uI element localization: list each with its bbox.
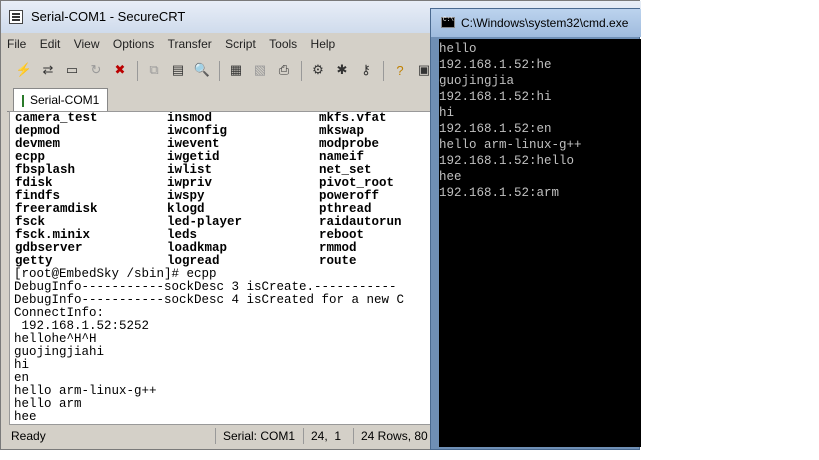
connect-in-tab-icon[interactable]: ▭ — [61, 59, 83, 81]
menu-help[interactable]: Help — [311, 34, 336, 54]
cmd-line: hello — [439, 42, 477, 56]
status-cursor-position: 24, 1 — [311, 429, 342, 443]
menu-tools[interactable]: Tools — [269, 34, 297, 54]
tab-bar: Serial-COM1 — [7, 87, 437, 112]
cmd-line: guojingjia — [439, 74, 515, 88]
toolbar: ⚡ ⇄ ▭ ↻ ✖ ⧉ ▤ 🔍 ▦ ▧ ⎙ ⚙ ✱ ⚷ ? ▣ — [7, 57, 437, 85]
connect-icon[interactable]: ⚡ — [13, 59, 35, 81]
cmd-line: 192.168.1.52:hi — [439, 90, 552, 104]
menu-script[interactable]: Script — [225, 34, 256, 54]
status-ready: Ready — [11, 429, 46, 443]
menu-view[interactable]: View — [74, 34, 100, 54]
securecrt-app-icon — [9, 10, 23, 24]
cmd-line: 192.168.1.52:en — [439, 122, 552, 136]
securecrt-title: Serial-COM1 - SecureCRT — [31, 9, 186, 24]
quick-connect-icon[interactable]: ⇄ — [37, 59, 59, 81]
status-serial: Serial: COM1 — [223, 429, 296, 443]
session-options-icon[interactable]: ⚙ — [307, 59, 329, 81]
global-options-icon[interactable]: ✱ — [331, 59, 353, 81]
menu-bar: File Edit View Options Transfer Script T… — [7, 34, 345, 54]
tab-serial-com1[interactable]: Serial-COM1 — [13, 88, 109, 111]
menu-edit[interactable]: Edit — [40, 34, 61, 54]
cmd-line: hee — [439, 170, 462, 184]
menu-transfer[interactable]: Transfer — [168, 34, 212, 54]
paste-icon[interactable]: ▤ — [167, 59, 189, 81]
menu-file[interactable]: File — [7, 34, 26, 54]
cmd-line: 192.168.1.52:arm — [439, 186, 560, 200]
status-terminal-size: 24 Rows, 80 — [361, 429, 428, 443]
cmd-console[interactable]: hello 192.168.1.52:he guojingjia 192.168… — [439, 39, 641, 447]
print-selection-icon[interactable]: ▧ — [249, 59, 271, 81]
find-icon[interactable]: 🔍 — [191, 59, 213, 81]
cmd-line: 192.168.1.52:hello — [439, 154, 575, 168]
command-row: gdbserver loadkmap rmmod — [15, 241, 357, 255]
cmd-line: 192.168.1.52:he — [439, 58, 552, 72]
terminal-line: hee — [14, 410, 37, 424]
cmd-line: hello arm-linux-g++ — [439, 138, 582, 152]
cmd-app-icon — [441, 16, 455, 28]
print-icon[interactable]: ⎙ — [273, 59, 295, 81]
status-bar: Ready Serial: COM1 24, 1 24 Rows, 80 — [7, 427, 437, 445]
keymap-icon[interactable]: ⚷ — [355, 59, 377, 81]
cmd-title-bar[interactable]: C:\Windows\system32\cmd.exe — [431, 9, 641, 37]
cmd-window: C:\Windows\system32\cmd.exe hello 192.16… — [430, 8, 641, 450]
disconnect-icon[interactable]: ✖ — [109, 59, 131, 81]
help-icon[interactable]: ? — [389, 59, 411, 81]
copy-icon[interactable]: ⧉ — [143, 59, 165, 81]
cmd-title: C:\Windows\system32\cmd.exe — [461, 16, 629, 30]
command-row: devmem iwevent modprobe — [15, 137, 380, 151]
reconnect-icon[interactable]: ↻ — [85, 59, 107, 81]
menu-options[interactable]: Options — [113, 34, 154, 54]
terminal-area[interactable]: camera_test insmod mkfs.vfat depmod iwconfi… — [9, 111, 434, 425]
cmd-line: hi — [439, 106, 455, 120]
print-setup-icon[interactable]: ▦ — [225, 59, 247, 81]
